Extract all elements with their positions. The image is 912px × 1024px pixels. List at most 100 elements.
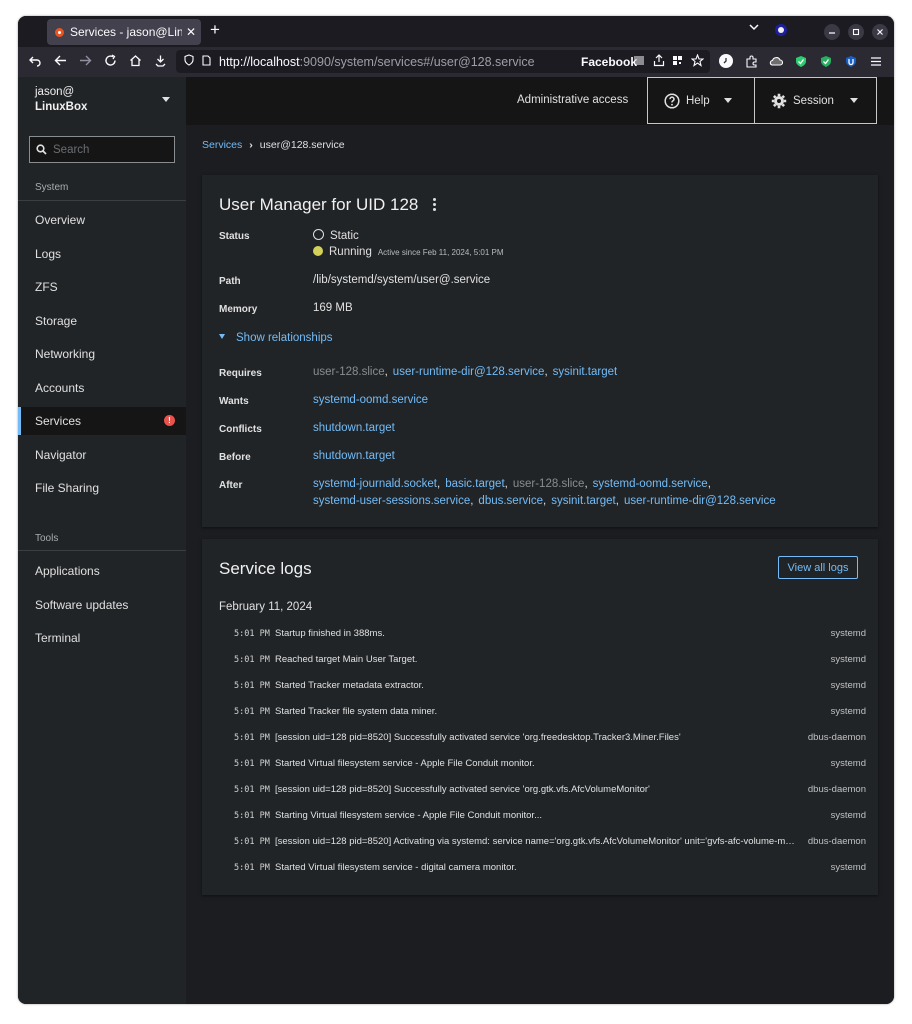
log-row[interactable]: 5:01 PM Starting Virtual filesystem servi…: [234, 807, 866, 827]
container-extension-icon[interactable]: [775, 24, 787, 36]
maximize-icon[interactable]: [848, 24, 864, 40]
breadcrumb-services-link[interactable]: Services: [202, 139, 242, 151]
unit-link[interactable]: user-runtime-dir@128.service: [393, 366, 545, 378]
session-menu-button[interactable]: Session: [754, 77, 877, 124]
barcode-icon[interactable]: [634, 55, 645, 69]
session-caret-down-icon: [849, 98, 858, 103]
undo-close-tab-icon[interactable]: [27, 54, 43, 71]
unit-link[interactable]: user-runtime-dir@128.service: [624, 495, 776, 507]
administrative-access-button[interactable]: Administrative access: [517, 94, 628, 106]
sidebar-item-applications[interactable]: Applications: [18, 557, 186, 585]
unit-link[interactable]: sysinit.target: [553, 366, 618, 378]
sidebar-item-networking[interactable]: Networking: [18, 340, 186, 368]
reload-icon[interactable]: [102, 54, 118, 71]
hamburger-menu-icon[interactable]: [869, 54, 883, 68]
help-menu-button[interactable]: Help: [647, 77, 755, 124]
unit-link[interactable]: sysinit.target: [551, 495, 616, 507]
sidebar-item-overview[interactable]: Overview: [18, 206, 186, 234]
log-row[interactable]: 5:01 PM Started Virtual filesystem servic…: [234, 755, 866, 775]
log-row[interactable]: 5:01 PM Started Virtual filesystem servic…: [234, 859, 866, 879]
log-identifier: dbus-daemon: [807, 836, 866, 847]
alert-exclamation-icon: !: [164, 415, 175, 426]
log-row[interactable]: 5:01 PM [session uid=128 pid=8520] Activa…: [234, 833, 866, 853]
home-icon[interactable]: [127, 54, 143, 71]
close-window-icon[interactable]: [872, 24, 888, 40]
host-switcher[interactable]: jason@ LinuxBox: [35, 86, 87, 113]
save-to-pocket-icon[interactable]: [152, 54, 168, 71]
log-message: Startup finished in 388ms.: [275, 628, 385, 639]
search-input[interactable]: Search: [29, 136, 175, 163]
ublock-extension-icon[interactable]: [844, 54, 858, 68]
log-message: Started Tracker file system data miner.: [275, 706, 438, 717]
back-arrow-icon[interactable]: [52, 54, 68, 71]
sidebar: jason@ LinuxBox Search System Overview L…: [18, 77, 186, 1004]
page-info-icon[interactable]: [202, 54, 211, 69]
facebook-bookmark[interactable]: Facebook: [581, 55, 637, 69]
url-text[interactable]: http://localhost:9090/system/services#/u…: [219, 55, 535, 69]
requires-label: Requires: [219, 368, 262, 379]
log-identifier: systemd: [830, 680, 866, 691]
tracking-shield-icon[interactable]: [184, 54, 194, 69]
log-identifier: systemd: [830, 758, 866, 769]
log-message: Started Virtual filesystem service - dig…: [275, 862, 517, 873]
sidebar-item-software-updates[interactable]: Software updates: [18, 591, 186, 619]
unit-link[interactable]: systemd-user-sessions.service: [313, 495, 470, 507]
sidebar-item-terminal[interactable]: Terminal: [18, 624, 186, 652]
url-path: :9090/system/services#/user@128.service: [299, 54, 535, 69]
sidebar-item-storage[interactable]: Storage: [18, 307, 186, 335]
section-divider: [18, 550, 186, 551]
extensions-puzzle-icon[interactable]: [744, 54, 758, 68]
sidebar-item-navigator[interactable]: Navigator: [18, 441, 186, 469]
unit-link[interactable]: systemd-journald.socket: [313, 478, 437, 490]
tab-bar: Services - jason@LinuxBox ✕ +: [18, 16, 894, 47]
log-message: [session uid=128 pid=8520] Successfully …: [275, 784, 650, 795]
conflicts-label: Conflicts: [219, 424, 262, 435]
conflicts-link[interactable]: shutdown.target: [313, 422, 395, 434]
running-status-icon: [313, 246, 323, 256]
memory-label: Memory: [219, 304, 258, 315]
log-row[interactable]: 5:01 PM Startup finished in 388ms. systemd: [234, 625, 866, 645]
log-row[interactable]: 5:01 PM Started Tracker metadata extracto…: [234, 677, 866, 697]
cloud-extension-icon[interactable]: [769, 54, 783, 68]
green-shield-extension-icon[interactable]: [794, 54, 808, 68]
section-tools: Tools: [35, 533, 59, 544]
tab-list-chevron-icon[interactable]: [749, 22, 759, 35]
show-relationships-toggle[interactable]: Show relationships: [219, 332, 333, 344]
share-icon[interactable]: [653, 54, 665, 70]
unit-link[interactable]: basic.target: [445, 478, 504, 490]
log-row[interactable]: 5:01 PM Reached target Main User Target. s…: [234, 651, 866, 671]
unit-link[interactable]: dbus.service: [478, 495, 543, 507]
kebab-menu-icon[interactable]: [433, 198, 436, 213]
log-row[interactable]: 5:01 PM [session uid=128 pid=8520] Succes…: [234, 729, 866, 749]
sidebar-item-zfs[interactable]: ZFS: [18, 273, 186, 301]
path-label: Path: [219, 276, 241, 287]
log-message: Started Virtual filesystem service - App…: [275, 758, 535, 769]
log-row[interactable]: 5:01 PM [session uid=128 pid=8520] Succes…: [234, 781, 866, 801]
minimize-icon[interactable]: [824, 24, 840, 40]
view-all-logs-button[interactable]: View all logs: [778, 556, 858, 579]
help-label: Help: [686, 94, 710, 107]
new-tab-button[interactable]: +: [210, 20, 220, 40]
tab-close-icon[interactable]: ✕: [186, 25, 196, 39]
before-link[interactable]: shutdown.target: [313, 450, 395, 462]
sidebar-item-logs[interactable]: Logs: [18, 240, 186, 268]
url-bar[interactable]: http://localhost:9090/system/services#/u…: [176, 50, 710, 73]
sidebar-item-services[interactable]: Services !: [18, 407, 186, 435]
timer-extension-icon[interactable]: [719, 54, 733, 68]
check-shield-extension-icon[interactable]: [819, 54, 833, 68]
status-label: Status: [219, 231, 250, 242]
wants-link[interactable]: systemd-oomd.service: [313, 394, 428, 406]
bookmark-star-icon[interactable]: [690, 53, 705, 70]
sidebar-item-accounts[interactable]: Accounts: [18, 374, 186, 402]
tab-services[interactable]: Services - jason@LinuxBox ✕: [47, 19, 201, 45]
log-time: 5:01 PM: [234, 811, 270, 821]
log-row[interactable]: 5:01 PM Started Tracker file system data …: [234, 703, 866, 723]
qr-code-icon[interactable]: [672, 55, 683, 69]
log-time: 5:01 PM: [234, 837, 270, 847]
forward-arrow-icon[interactable]: [77, 54, 93, 71]
unit-link[interactable]: systemd-oomd.service: [593, 478, 708, 490]
host-caret-down-icon[interactable]: [162, 97, 170, 102]
sidebar-item-file-sharing[interactable]: File Sharing: [18, 474, 186, 502]
log-time: 5:01 PM: [234, 707, 270, 717]
service-logs-card: Service logs View all logs February 11, …: [202, 539, 878, 895]
